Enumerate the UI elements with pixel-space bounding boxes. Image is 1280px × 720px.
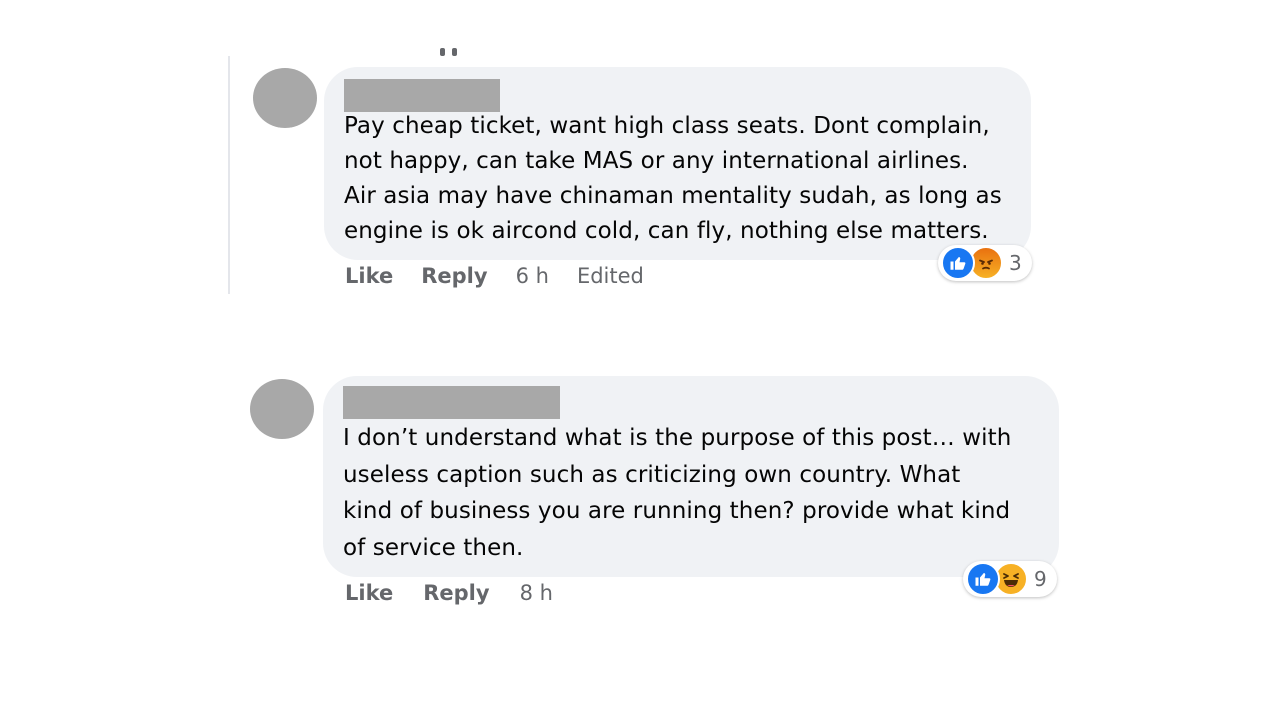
like-icon bbox=[941, 246, 975, 280]
avatar[interactable] bbox=[250, 379, 314, 439]
like-button[interactable]: Like bbox=[345, 581, 393, 605]
edited-label[interactable]: Edited bbox=[577, 264, 644, 288]
comment-actions: Like Reply 8 h bbox=[345, 581, 553, 605]
thread-line bbox=[228, 56, 230, 294]
like-button[interactable]: Like bbox=[345, 264, 393, 288]
comment-line: Air asia may have chinaman mentality sud… bbox=[344, 183, 1002, 209]
comment-line: I don’t understand what is the purpose o… bbox=[343, 425, 1012, 451]
reaction-count: 9 bbox=[1034, 567, 1047, 591]
redacted-author-name[interactable] bbox=[343, 386, 560, 419]
comment-line: not happy, can take MAS or any internati… bbox=[344, 148, 969, 174]
comment-line: of service then. bbox=[343, 534, 524, 561]
reaction-count: 3 bbox=[1009, 251, 1022, 275]
cropped-text-fragment bbox=[434, 44, 468, 56]
reply-button[interactable]: Reply bbox=[421, 264, 487, 288]
comment-line: Pay cheap ticket, want high class seats.… bbox=[344, 113, 990, 139]
comment-line: kind of business you are running then? p… bbox=[343, 498, 1011, 524]
like-icon bbox=[966, 562, 1000, 596]
comment-line: useless caption such as criticizing own … bbox=[343, 461, 961, 488]
comment-bubble: I don’t understand what is the purpose o… bbox=[323, 376, 1059, 577]
comment-text: Pay cheap ticket, want high class seats.… bbox=[344, 109, 1002, 249]
comment-bubble: Pay cheap ticket, want high class seats.… bbox=[324, 67, 1031, 260]
reply-button[interactable]: Reply bbox=[423, 581, 489, 605]
redacted-author-name[interactable] bbox=[344, 79, 500, 112]
comment-timestamp[interactable]: 6 h bbox=[516, 264, 549, 288]
avatar[interactable] bbox=[253, 68, 317, 128]
comment-timestamp[interactable]: 8 h bbox=[520, 581, 553, 605]
comment-actions: Like Reply 6 h Edited bbox=[345, 264, 644, 288]
comment-text: I don’t understand what is the purpose o… bbox=[343, 420, 1011, 566]
reaction-summary[interactable]: 9 bbox=[963, 561, 1057, 597]
comment-line: engine is ok aircond cold, can fly, noth… bbox=[344, 218, 989, 244]
reaction-summary[interactable]: 3 bbox=[938, 245, 1032, 281]
